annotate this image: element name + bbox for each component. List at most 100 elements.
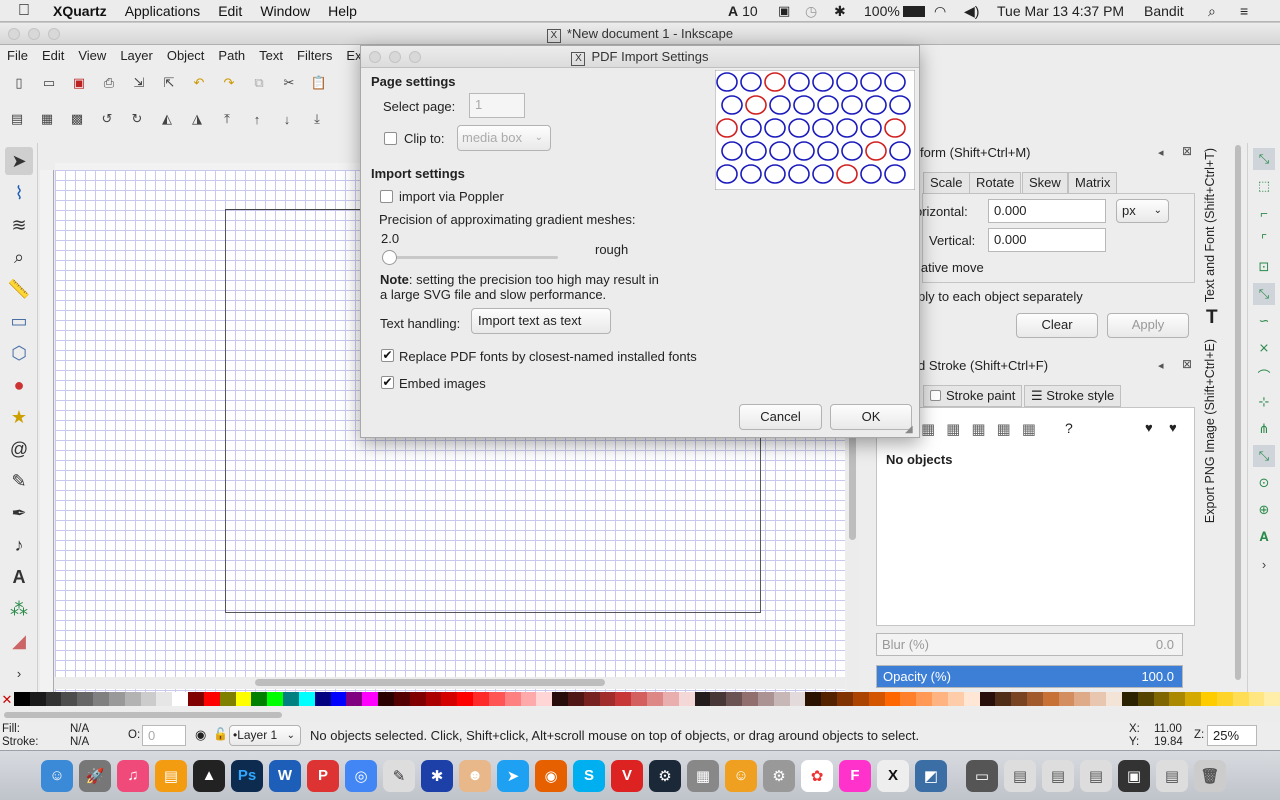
apply-each-label[interactable]: ply to each object separately [918,289,1083,304]
palette-swatch[interactable] [520,692,537,706]
palette-swatch[interactable] [1090,692,1107,706]
chrome-icon[interactable]: ◎ [345,759,377,792]
palette-swatch[interactable] [330,692,347,706]
calligraphy-tool-icon[interactable]: ♪ [5,531,33,559]
copy-icon[interactable]: ⧉ [248,72,270,94]
palette-swatch[interactable] [552,692,568,706]
palette-swatch[interactable] [61,692,78,706]
more-snap-chevron-icon[interactable]: › [1253,553,1275,575]
palette-swatch[interactable] [852,692,869,706]
palette-swatch[interactable] [1121,692,1138,706]
raise-to-top-icon[interactable]: ⤒ [216,108,238,130]
snap-bbox-corner-icon[interactable]: ⌜ [1253,229,1275,251]
menu-file[interactable]: File [0,48,35,63]
palette-swatch[interactable] [647,692,663,706]
palette-swatch[interactable] [995,692,1012,706]
text-font-vtab[interactable]: Text and Font (Shift+Ctrl+T) [1203,148,1217,302]
palette-swatch[interactable] [916,692,933,706]
finder-icon[interactable]: ☺ [41,759,73,792]
spiral-tool-icon[interactable]: @ [5,435,33,463]
palette-swatch[interactable] [821,692,838,706]
palette-swatch[interactable] [77,692,94,706]
select-page-spin[interactable]: 1 [469,93,525,118]
palette-swatch[interactable] [393,692,410,706]
opacity-indicator-input[interactable]: 0 [142,725,186,746]
palette-swatch[interactable] [583,692,600,706]
clear-button[interactable]: Clear [1016,313,1098,338]
palette-swatch[interactable] [773,692,790,706]
palette-swatch[interactable] [789,692,806,706]
cancel-button[interactable]: Cancel [739,404,822,430]
palette-swatch[interactable] [235,692,252,706]
pencil-tool-icon[interactable]: ✎ [5,467,33,495]
zoom-tool-icon[interactable]: ⌕ [5,243,33,271]
new-document-icon[interactable]: ▯ [8,72,30,94]
horizontal-scrollbar[interactable] [55,677,845,689]
preview-app-icon[interactable]: ◩ [915,759,947,792]
palette-swatch[interactable] [45,692,62,706]
palette-swatch[interactable] [1248,692,1265,706]
snap-nodes-icon[interactable]: ⤡ [1253,283,1275,305]
snap-others-icon[interactable]: ⤡ [1253,445,1275,467]
palette-swatch[interactable] [710,692,727,706]
clock[interactable]: Tue Mar 13 4:37 PM [997,0,1124,22]
clip-to-select[interactable]: media box ⌄ [457,125,551,151]
palette-swatch[interactable] [805,692,822,706]
text-handling-select[interactable]: Import text as text [471,308,611,334]
palette-swatch[interactable] [599,692,616,706]
palette-swatch[interactable] [757,692,774,706]
palette-swatch[interactable] [473,692,489,706]
close-window-button[interactable] [8,28,20,40]
palette-swatch[interactable] [203,692,220,706]
document-stack-icon[interactable]: ▤ [1080,759,1112,792]
rectangle-tool-icon[interactable]: ▭ [5,307,33,335]
palette-swatch[interactable] [346,692,363,706]
palette-swatch[interactable] [742,692,758,706]
export-icon[interactable]: ⇱ [158,72,180,94]
notification-center-icon[interactable]: ≡ [1240,0,1248,22]
itunes-icon[interactable]: ♫ [117,759,149,792]
menu-path[interactable]: Path [211,48,252,63]
zoom-window-button[interactable] [48,28,60,40]
menu-view[interactable]: View [71,48,113,63]
palette-swatch[interactable] [108,692,125,706]
palette-swatch[interactable] [1169,692,1186,706]
time-machine-icon[interactable]: ◷ [805,0,817,22]
palette-swatch[interactable] [441,692,458,706]
3dbox-tool-icon[interactable]: ⬡ [5,339,33,367]
palette-swatch[interactable] [504,692,521,706]
flip-horizontal-icon[interactable]: ◭ [156,108,178,130]
menu-edit[interactable]: Edit [209,3,251,19]
unit-select[interactable]: px ⌄ [1116,199,1169,223]
launchpad-icon[interactable]: 🚀 [79,759,111,792]
menu-window[interactable]: Window [251,3,319,19]
embed-images-checkbox[interactable]: ✔ [381,376,394,389]
star-tool-icon[interactable]: ★ [5,403,33,431]
palette-swatch[interactable] [425,692,442,706]
deselect-icon[interactable]: ▩ [66,108,88,130]
paint-type-icons[interactable]: ▦▦▦▦▦ [921,420,1047,438]
snap-text-baseline-icon[interactable]: 𝐀 [1253,526,1275,548]
steam-icon[interactable]: ⚙ [649,759,681,792]
snap-rotation-center-icon[interactable]: ⊕ [1253,499,1275,521]
palette-swatch[interactable] [219,692,236,706]
palette-swatch[interactable] [1137,692,1154,706]
snap-toggle-icon[interactable]: ⤡ [1253,148,1275,170]
palette-swatch[interactable] [884,692,901,706]
open-document-icon[interactable]: ▭ [38,72,60,94]
snap-bbox-icon[interactable]: ⬚ [1253,175,1275,197]
select-all-icon[interactable]: ▤ [6,108,28,130]
dock-scroll-thumb[interactable] [1235,145,1241,680]
palette-swatch[interactable] [947,692,964,706]
palette-swatch[interactable] [140,692,157,706]
palette-swatch[interactable] [283,692,299,706]
text-font-icon[interactable]: T [1206,307,1218,329]
palette-swatch[interactable] [900,692,917,706]
opacity-slider[interactable]: Opacity (%) 100.0 [876,665,1183,688]
snap-smooth-nodes-icon[interactable]: ⌒ [1253,364,1275,386]
ok-button[interactable]: OK [830,404,912,430]
palette-swatch[interactable] [314,692,331,706]
more-tools-chevron-icon[interactable]: › [5,659,33,687]
palette-swatch[interactable] [1216,692,1233,706]
flip-vertical-icon[interactable]: ◮ [186,108,208,130]
